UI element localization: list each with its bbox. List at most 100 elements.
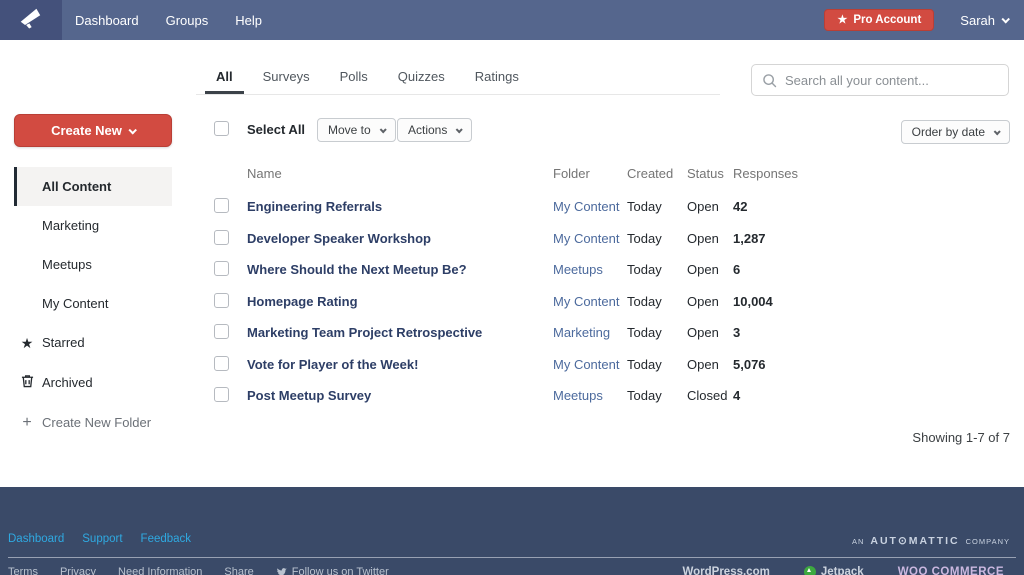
tab-surveys[interactable]: Surveys xyxy=(263,69,310,94)
footer-link-share[interactable]: Share xyxy=(224,566,253,575)
crowdsignal-dashboard: Dashboard Groups Help ★ Pro Account Sara… xyxy=(0,0,1024,575)
responses-cell: 3 xyxy=(733,325,741,340)
responses-cell: 5,076 xyxy=(733,356,766,372)
select-all-checkbox[interactable] xyxy=(214,121,229,136)
create-new-button[interactable]: Create New xyxy=(14,114,172,147)
footer-link-dashboard[interactable]: Dashboard xyxy=(8,533,64,545)
status-cell: Open xyxy=(687,293,719,309)
created-cell: Today xyxy=(627,199,662,214)
table-row: Vote for Player of the Week! My Content … xyxy=(196,354,1010,385)
jetpack-icon xyxy=(803,566,816,575)
status-cell: Open xyxy=(687,230,719,246)
content-name-link[interactable]: Post Meetup Survey xyxy=(247,388,371,403)
tab-ratings[interactable]: Ratings xyxy=(475,69,519,94)
column-header-created: Created xyxy=(627,166,674,181)
row-checkbox[interactable] xyxy=(214,387,229,402)
search-input[interactable] xyxy=(785,72,998,88)
row-checkbox[interactable] xyxy=(214,324,229,339)
sidebar-item-my-content[interactable]: My Content xyxy=(14,284,172,323)
responses-cell: 42 xyxy=(733,199,748,214)
created-cell: Today xyxy=(627,293,662,309)
jetpack-logo[interactable]: Jetpack xyxy=(803,566,864,575)
created-cell: Today xyxy=(627,230,662,246)
content-name-link[interactable]: Developer Speaker Workshop xyxy=(247,231,431,246)
responses-cell: 10,004 xyxy=(733,293,773,309)
table-row: Engineering Referrals My Content Today O… xyxy=(196,196,1010,227)
content-name-link[interactable]: Marketing Team Project Retrospective xyxy=(247,325,482,340)
order-by-dropdown[interactable]: Order by date xyxy=(900,120,1010,144)
status-cell: Open xyxy=(687,325,719,340)
automattic-logo: AN AUT⊙MATTIC COMPANY xyxy=(851,535,1010,547)
footer-divider xyxy=(8,557,1016,558)
status-cell: Open xyxy=(687,262,719,277)
content-name-link[interactable]: Where Should the Next Meetup Be? xyxy=(247,262,467,277)
woocommerce-logo[interactable]: WOO COMMERCE xyxy=(898,566,1004,575)
table-row: Homepage Rating My Content Today Open 10… xyxy=(196,291,1010,322)
folder-link[interactable]: Meetups xyxy=(553,262,603,277)
folder-link[interactable]: My Content xyxy=(553,294,619,309)
footer-links: Dashboard Support Feedback xyxy=(8,533,191,545)
footer-link-feedback[interactable]: Feedback xyxy=(141,533,192,545)
footer-link-privacy[interactable]: Privacy xyxy=(60,566,96,575)
created-cell: Today xyxy=(627,356,662,372)
nav-item-dashboard[interactable]: Dashboard xyxy=(75,13,139,28)
folder-link[interactable]: My Content xyxy=(553,357,619,372)
status-cell: Open xyxy=(687,199,719,214)
search-box xyxy=(751,64,1009,96)
folder-link[interactable]: My Content xyxy=(553,231,619,246)
content-name-link[interactable]: Engineering Referrals xyxy=(247,199,382,214)
nav-item-groups[interactable]: Groups xyxy=(166,13,209,28)
tab-polls[interactable]: Polls xyxy=(340,69,368,94)
footer-link-support[interactable]: Support xyxy=(82,533,122,545)
folder-link[interactable]: Marketing xyxy=(553,325,610,340)
content-name-link[interactable]: Vote for Player of the Week! xyxy=(247,357,418,372)
created-cell: Today xyxy=(627,325,662,340)
row-checkbox[interactable] xyxy=(214,355,229,371)
footer-link-need-information[interactable]: Need Information xyxy=(118,566,202,575)
table-row: Developer Speaker Workshop My Content To… xyxy=(196,228,1010,259)
created-cell: Today xyxy=(627,388,662,403)
pro-account-button[interactable]: ★ Pro Account xyxy=(824,9,935,31)
column-header-status: Status xyxy=(687,166,724,181)
folder-link[interactable]: My Content xyxy=(553,199,619,214)
sidebar-item-starred[interactable]: ★ Starred xyxy=(14,323,172,362)
folder-label: All Content xyxy=(42,179,112,194)
partner-logos: WordPress.com Jetpack WOO COMMERCE xyxy=(682,566,1016,575)
created-cell: Today xyxy=(627,262,662,277)
chevron-down-icon xyxy=(456,125,464,133)
sidebar-item-marketing[interactable]: Marketing xyxy=(14,206,172,245)
user-menu[interactable]: Sarah xyxy=(960,12,1010,28)
folder-label: Marketing xyxy=(42,218,100,233)
sidebar-item-all-content[interactable]: All Content xyxy=(14,167,172,206)
pagination-summary: Showing 1-7 of 7 xyxy=(912,430,1010,445)
footer-link-twitter[interactable]: Follow us on Twitter xyxy=(276,566,389,575)
user-name: Sarah xyxy=(960,12,995,28)
trash-icon xyxy=(19,374,35,391)
twitter-icon xyxy=(276,567,287,575)
navbar-right: ★ Pro Account Sarah xyxy=(824,9,1024,31)
create-new-folder-button[interactable]: + Create New Folder xyxy=(14,403,172,442)
content-name-link[interactable]: Homepage Rating xyxy=(247,294,358,309)
status-cell: Open xyxy=(687,356,719,372)
row-checkbox[interactable] xyxy=(214,292,229,308)
actions-dropdown[interactable]: Actions xyxy=(397,118,473,142)
star-icon: ★ xyxy=(837,13,848,26)
wordpress-logo[interactable]: WordPress.com xyxy=(682,566,769,575)
move-to-dropdown[interactable]: Move to xyxy=(317,118,396,142)
search-icon xyxy=(762,73,777,88)
tab-all[interactable]: All xyxy=(205,69,244,94)
row-checkbox[interactable] xyxy=(214,229,229,245)
megaphone-icon xyxy=(18,5,44,36)
sidebar-item-archived[interactable]: Archived xyxy=(14,363,172,402)
tab-quizzes[interactable]: Quizzes xyxy=(398,69,445,94)
chevron-down-icon xyxy=(128,125,137,135)
nav-item-help[interactable]: Help xyxy=(235,13,262,28)
row-checkbox[interactable] xyxy=(214,261,229,276)
row-checkbox[interactable] xyxy=(214,198,229,213)
folder-link[interactable]: Meetups xyxy=(553,388,603,403)
sidebar-item-meetups[interactable]: Meetups xyxy=(14,245,172,284)
folder-label: Meetups xyxy=(42,257,92,272)
footer-link-terms[interactable]: Terms xyxy=(8,566,38,575)
crowdsignal-logo[interactable] xyxy=(0,0,62,40)
chevron-down-icon xyxy=(379,125,387,133)
